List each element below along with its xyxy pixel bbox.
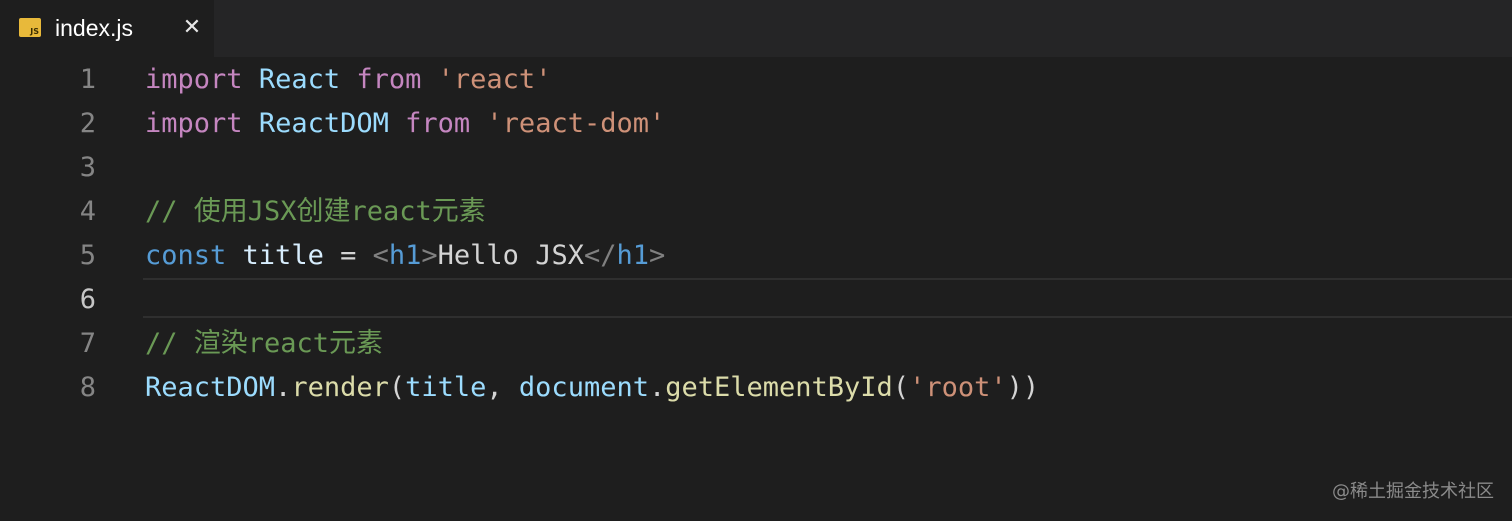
code-token-punct: > [421, 240, 438, 271]
code-token-punct: > [649, 240, 666, 271]
current-line-highlight [143, 278, 1512, 318]
code-token-plain: = [323, 240, 373, 271]
code-token-string: 'root' [909, 372, 1007, 403]
code-token-plain: . [275, 372, 292, 403]
line-number: 5 [79, 240, 96, 271]
code-token-comment: // 使用JSX创建react元素 [145, 196, 486, 227]
code-token-constant: title [242, 240, 324, 271]
code-token-string: 'react-dom' [486, 108, 666, 139]
code-token-tag: h1 [616, 240, 649, 271]
code-token-plain: , [486, 372, 519, 403]
line-content[interactable]: // 渲染react元素 [145, 322, 383, 366]
code-token-tag: h1 [388, 240, 422, 271]
line-number: 6 [79, 284, 96, 315]
code-token-plain: Hello JSX [437, 240, 584, 271]
code-token-variable: title [405, 372, 487, 403]
js-file-icon-label: JS [30, 27, 39, 36]
code-area[interactable]: 1 import React from 'react' 2 import ReactD… [0, 58, 1512, 410]
code-token-plain: . [648, 372, 666, 403]
code-editor-window: JS index.js ✕ 1 import React from 'react'… [0, 0, 1512, 521]
line-number: 8 [79, 372, 96, 403]
watermark: @稀土掘金技术社区 [1332, 481, 1494, 502]
code-token-function: render [291, 372, 389, 403]
code-token-keyword: import [145, 64, 243, 95]
line-number: 3 [79, 152, 96, 183]
code-line[interactable]: 1 import React from 'react' [0, 58, 1512, 102]
code-token-punct: < [372, 240, 389, 271]
code-token-keyword: import [145, 108, 243, 139]
code-line[interactable]: 7 // 渲染react元素 [0, 322, 1512, 366]
line-content[interactable]: ReactDOM.render(title, document.getEleme… [145, 366, 1039, 410]
tab-bar: JS index.js ✕ [0, 0, 1512, 57]
code-token-string: 'react' [437, 64, 552, 95]
code-line[interactable]: 2 import ReactDOM from 'react-dom' [0, 102, 1512, 146]
code-token-storage: const [145, 240, 227, 271]
line-content[interactable]: import ReactDOM from 'react-dom' [145, 102, 665, 146]
line-content[interactable]: import React from 'react' [145, 58, 551, 102]
code-token-variable: ReactDOM [258, 108, 389, 139]
code-line[interactable]: 3 [0, 146, 1512, 190]
js-file-icon: JS [19, 18, 41, 37]
close-icon[interactable]: ✕ [180, 14, 204, 42]
code-line[interactable]: 4 // 使用JSX创建react元素 [0, 190, 1512, 234]
code-token-punct: </ [583, 240, 617, 271]
tab-index-js[interactable]: JS index.js ✕ [0, 0, 214, 57]
code-token-plain: ( [892, 372, 910, 403]
code-token-keyword: from [356, 64, 422, 95]
code-token-variable: ReactDOM [145, 372, 276, 403]
code-token-function: getElementById [665, 372, 893, 403]
line-number: 4 [79, 196, 96, 227]
code-token-variable: document [518, 372, 649, 403]
code-token-keyword: from [405, 108, 471, 139]
line-number: 2 [79, 108, 96, 139]
code-line[interactable]: 5 const title = <h1>Hello JSX</h1> [0, 234, 1512, 278]
code-token-comment: // 渲染react元素 [145, 328, 384, 359]
code-line[interactable]: 8 ReactDOM.render(title, document.getElem… [0, 366, 1512, 410]
line-number: 1 [79, 64, 96, 95]
line-content[interactable]: const title = <h1>Hello JSX</h1> [145, 234, 665, 278]
tab-title: index.js [55, 15, 133, 41]
code-token-variable: React [258, 64, 341, 95]
line-number: 7 [79, 328, 96, 359]
code-token-plain: ( [388, 372, 406, 403]
code-line[interactable]: 6 [0, 278, 1512, 322]
line-content[interactable]: // 使用JSX创建react元素 [145, 190, 486, 234]
code-token-plain: )) [1006, 372, 1040, 403]
